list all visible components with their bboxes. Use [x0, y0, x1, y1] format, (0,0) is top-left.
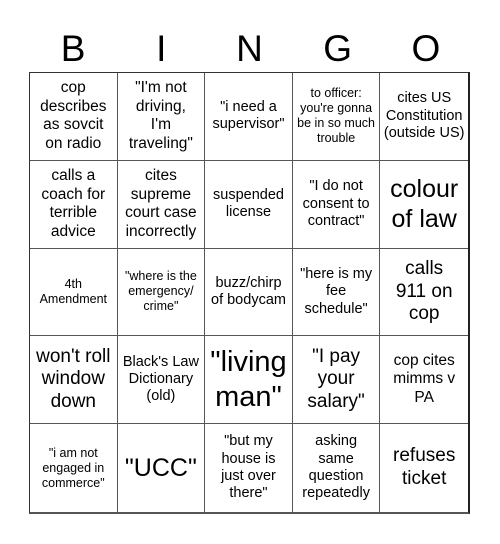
- bingo-cell[interactable]: 4th Amendment: [30, 248, 118, 337]
- cell-text: colour of law: [390, 175, 459, 234]
- cell-text: "I do not consent to contract": [302, 178, 370, 229]
- cell-text: "i need a supervisor": [212, 99, 285, 133]
- bingo-cell[interactable]: "but my house is just over there": [205, 424, 293, 512]
- bingo-cell[interactable]: suspended license: [205, 160, 293, 249]
- bingo-header: B I N G O: [29, 26, 470, 72]
- bingo-cell[interactable]: "I pay your salary": [292, 336, 381, 425]
- header-letter-o: O: [411, 28, 441, 69]
- cell-text: to officer: you're gonna be in so much t…: [297, 86, 375, 146]
- bingo-cell[interactable]: cop describes as sovcit on radio: [30, 73, 118, 161]
- bingo-cell[interactable]: calls 911 on cop: [380, 249, 468, 337]
- cell-text: calls a coach for terrible advice: [41, 167, 106, 240]
- cell-text: "i am not engaged in commerce": [41, 445, 105, 490]
- header-letter-b: B: [60, 28, 86, 69]
- cell-text: "where is the emergency/ crime": [124, 269, 197, 314]
- cell-text: cites US Constitution (outside US): [383, 90, 465, 142]
- cell-text: "I pay your salary": [307, 345, 365, 413]
- cell-text: refuses ticket: [393, 445, 456, 490]
- cell-text: "UCC": [124, 454, 197, 483]
- bingo-cell[interactable]: "UCC": [118, 424, 206, 512]
- bingo-cell[interactable]: "here is my fee schedule": [292, 248, 381, 337]
- bingo-cell[interactable]: calls a coach for terrible advice: [30, 160, 118, 249]
- cell-text: won't roll window down: [36, 345, 111, 413]
- bingo-cell[interactable]: colour of law: [380, 161, 468, 249]
- bingo-cell[interactable]: to officer: you're gonna be in so much t…: [292, 73, 381, 161]
- bingo-cell[interactable]: "I'm not driving, I'm traveling": [117, 73, 206, 161]
- bingo-cell[interactable]: cop cites mimms v PA: [380, 336, 468, 425]
- bingo-cell[interactable]: asking same question repeatedly: [293, 424, 381, 512]
- bingo-cell[interactable]: won't roll window down: [30, 336, 118, 425]
- bingo-cell[interactable]: "where is the emergency/ crime": [117, 248, 206, 337]
- cell-text: cites supreme court case incorrectly: [125, 167, 197, 240]
- cell-text: "here is my fee schedule": [300, 265, 373, 317]
- bingo-cell[interactable]: cites US Constitution (outside US): [380, 73, 468, 161]
- cell-text: Black's Law Dictionary (old): [122, 353, 199, 405]
- cell-text: asking same question repeatedly: [302, 433, 370, 502]
- header-letter-i: I: [156, 28, 167, 69]
- cell-text: "living man": [210, 345, 287, 413]
- bingo-cell[interactable]: "I do not consent to contract": [292, 160, 381, 249]
- cell-text: cop describes as sovcit on radio: [40, 79, 107, 152]
- cell-text: "I'm not driving, I'm traveling": [128, 79, 193, 152]
- cell-text: cop cites mimms v PA: [393, 351, 456, 407]
- bingo-cell[interactable]: "living man": [205, 336, 293, 425]
- bingo-cell[interactable]: "i am not engaged in commerce": [30, 424, 118, 512]
- bingo-cell[interactable]: refuses ticket: [380, 424, 468, 512]
- header-letter-n: N: [236, 28, 263, 69]
- cell-text: calls 911 on cop: [395, 257, 453, 325]
- bingo-cell[interactable]: cites supreme court case incorrectly: [117, 160, 206, 249]
- cell-text: "but my house is just over there": [221, 433, 276, 502]
- bingo-cell[interactable]: Black's Law Dictionary (old): [117, 336, 206, 425]
- bingo-grid: cop describes as sovcit on radio "I'm no…: [29, 72, 470, 514]
- cell-text: suspended license: [213, 186, 284, 221]
- bingo-cell[interactable]: buzz/chirp of bodycam: [205, 248, 293, 337]
- bingo-cell[interactable]: "i need a supervisor": [205, 73, 293, 161]
- header-letter-g: G: [323, 28, 353, 69]
- cell-text: 4th Amendment: [39, 276, 107, 306]
- cell-text: buzz/chirp of bodycam: [211, 274, 286, 308]
